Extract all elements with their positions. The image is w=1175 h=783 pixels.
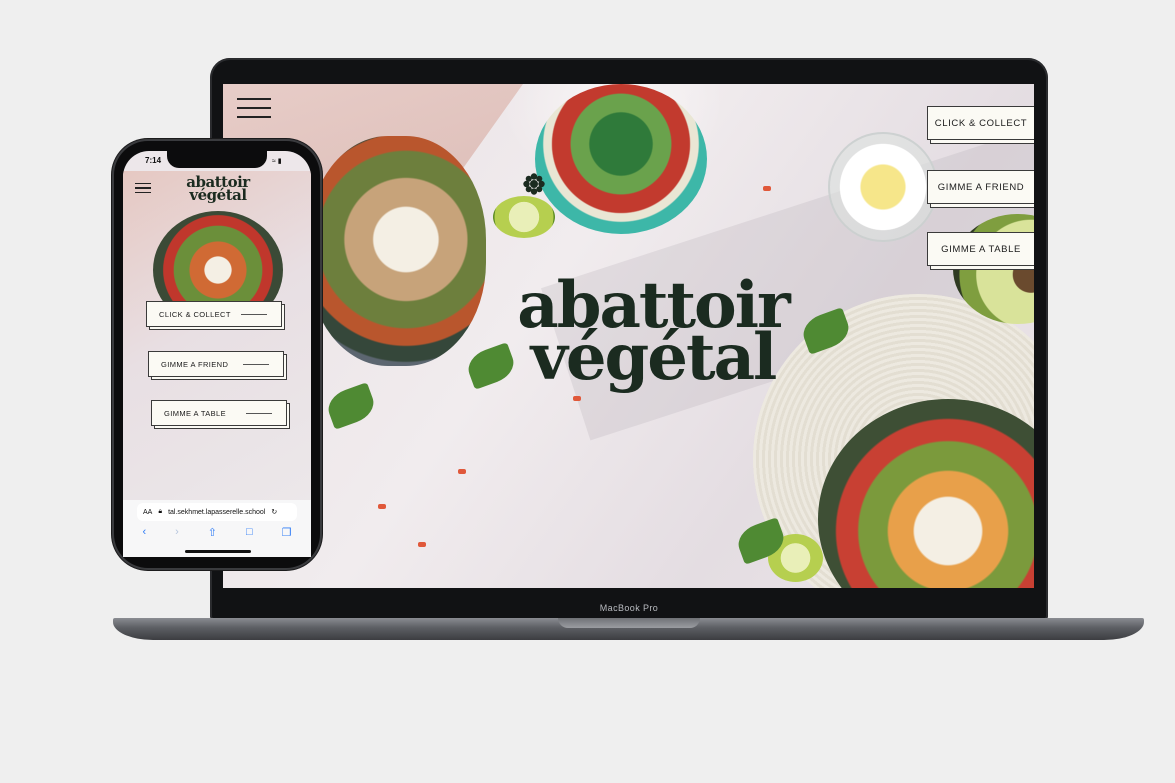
wifi-icon: ≈ — [272, 158, 276, 165]
text-size-button[interactable]: AA — [143, 509, 152, 516]
gimme-friend-button[interactable]: GIMME A FRIEND — [927, 170, 1034, 204]
home-indicator — [185, 550, 251, 553]
button-label: CLICK & COLLECT — [159, 309, 231, 319]
laptop-brand-label: MacBook Pro — [599, 603, 659, 613]
address-bar[interactable]: AA 🔒︎ tal.sekhmet.lapasserelle.school ↻ — [137, 503, 297, 521]
laptop-screen: CLICK & COLLECT GIMME A FRIEND GIMME A T… — [223, 84, 1034, 588]
button-label: GIMME A FRIEND — [161, 359, 229, 369]
status-icons: ≈ ▮ — [272, 157, 282, 165]
chili-fleck — [763, 186, 771, 191]
button-label: GIMME A TABLE — [164, 408, 227, 418]
hamburger-icon[interactable] — [135, 183, 151, 193]
back-icon[interactable]: ‹ — [142, 526, 146, 539]
click-collect-button[interactable]: CLICK & COLLECT — [927, 106, 1034, 140]
logo-line-2: végétal — [530, 320, 778, 395]
hamburger-icon[interactable] — [237, 98, 271, 120]
lock-icon: 🔒︎ — [158, 508, 163, 515]
safari-nav-icons: ‹ › ⇧ □ ❐ — [128, 526, 306, 539]
url-text: tal.sekhmet.lapasserelle.school — [168, 508, 266, 516]
flower-icon — [523, 173, 545, 195]
phone-click-collect-button[interactable]: CLICK & COLLECT — [146, 301, 282, 327]
chili-fleck — [378, 504, 386, 509]
gimme-table-button[interactable]: GIMME A TABLE — [927, 232, 1034, 266]
salad-bowl-top — [535, 84, 707, 234]
site-logo: abattoir végétal — [503, 274, 803, 395]
status-time: 7:14 — [145, 156, 162, 165]
share-icon[interactable]: ⇧ — [208, 526, 217, 539]
food-bowl-left — [308, 136, 486, 366]
reload-icon[interactable]: ↻ — [271, 508, 277, 516]
bookmarks-icon[interactable]: □ — [246, 526, 253, 539]
battery-icon: ▮ — [277, 158, 282, 165]
phone-notch — [167, 150, 267, 168]
tabs-icon[interactable]: ❐ — [282, 526, 292, 539]
logo-line-2: végétal — [189, 186, 247, 204]
forward-icon[interactable]: › — [175, 526, 179, 539]
phone-gimme-table-button[interactable]: GIMME A TABLE — [151, 400, 287, 426]
herb-leaf — [323, 382, 379, 430]
chili-fleck — [458, 469, 466, 474]
lime-slice — [493, 196, 555, 238]
chili-fleck — [418, 542, 426, 547]
water-glass — [828, 132, 938, 242]
laptop-opening-notch — [558, 618, 700, 628]
phone-gimme-friend-button[interactable]: GIMME A FRIEND — [148, 351, 284, 377]
phone-site-logo: abattoir végétal — [178, 175, 258, 204]
chili-fleck — [573, 396, 581, 401]
